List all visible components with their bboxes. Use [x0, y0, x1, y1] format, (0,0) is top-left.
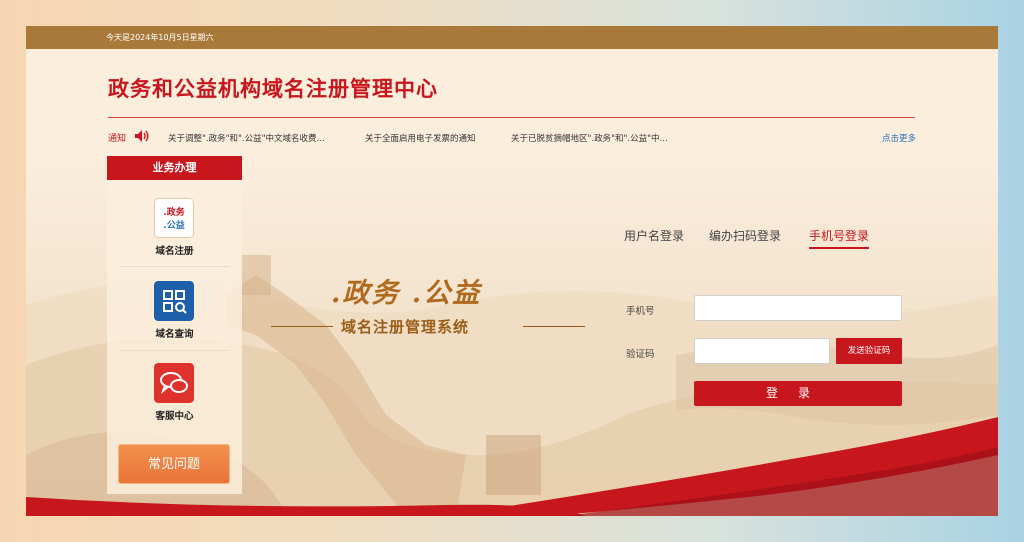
phone-input[interactable]	[694, 295, 902, 321]
tab-username-login[interactable]: 用户名登录	[624, 227, 684, 244]
notice-item[interactable]: 关于全面启用电子发票的通知	[365, 132, 476, 144]
current-date: 今天是2024年10月5日星期六	[106, 33, 214, 42]
sidebar-title: 业务办理	[107, 156, 242, 180]
sidebar-item-label: 域名注册	[155, 246, 194, 257]
send-code-button[interactable]: 发送验证码	[836, 338, 902, 364]
banner-logo: .政务 .公益 域名注册管理系统	[271, 271, 591, 371]
brand-text: .政务 .公益	[331, 278, 482, 309]
notice-item[interactable]: 关于调整".政务"和".公益"中文域名收费...	[168, 132, 325, 144]
system-subtitle: 域名注册管理系统	[341, 318, 470, 336]
notice-label: 通知	[108, 134, 127, 144]
speaker-icon	[135, 130, 149, 142]
decor-line	[271, 326, 333, 327]
site-title[interactable]: 政务和公益机构域名注册管理中心	[108, 73, 438, 103]
sidebar-item-domain-query[interactable]: 域名查询	[107, 269, 242, 351]
decor-line	[523, 326, 585, 327]
header: 政务和公益机构域名注册管理中心	[26, 49, 998, 117]
sidebar-item-domain-register[interactable]: .政务 .公益 域名注册	[107, 186, 242, 268]
sidebar-divider	[119, 266, 230, 267]
business-sidebar: 业务办理 .政务 .公益 域名注册 域名查询 客服中心 常见问题	[107, 156, 242, 494]
login-button[interactable]: 登录	[694, 381, 902, 406]
login-panel: 用户名登录 编办扫码登录 手机号登录 手机号 验证码 发送验证码 登录	[621, 224, 902, 406]
notice-item[interactable]: 关于已脱贫摘帽地区".政务"和".公益"中...	[511, 132, 668, 144]
code-input[interactable]	[694, 338, 830, 364]
faq-button[interactable]: 常见问题	[118, 444, 230, 484]
tab-phone-login[interactable]: 手机号登录	[809, 227, 870, 249]
login-tabs: 用户名登录 编办扫码登录 手机号登录	[621, 224, 891, 249]
code-label: 验证码	[626, 349, 655, 360]
sidebar-item-customer-service[interactable]: 客服中心	[107, 351, 242, 433]
domain-register-icon: .政务 .公益	[154, 198, 194, 238]
sidebar-item-label: 域名查询	[155, 329, 194, 340]
notice-bar: 通知 关于调整".政务"和".公益"中文域名收费... 关于全面启用电子发票的通…	[108, 126, 916, 148]
qr-search-icon	[154, 281, 194, 321]
page-frame: 今天是2024年10月5日星期六 政务和公益机构域名注册管理中心 通知 关于调整…	[26, 26, 998, 516]
chat-bubbles-icon	[154, 363, 194, 403]
phone-label: 手机号	[626, 306, 655, 317]
sidebar-item-label: 客服中心	[155, 411, 194, 422]
more-link[interactable]: 点击更多	[882, 132, 916, 144]
icon-label-zhengwu: .政务	[163, 206, 185, 218]
header-divider	[108, 117, 915, 118]
tab-qr-login[interactable]: 编办扫码登录	[709, 227, 781, 244]
icon-label-gongyi: .公益	[163, 219, 184, 231]
top-bar: 今天是2024年10月5日星期六	[26, 26, 998, 49]
